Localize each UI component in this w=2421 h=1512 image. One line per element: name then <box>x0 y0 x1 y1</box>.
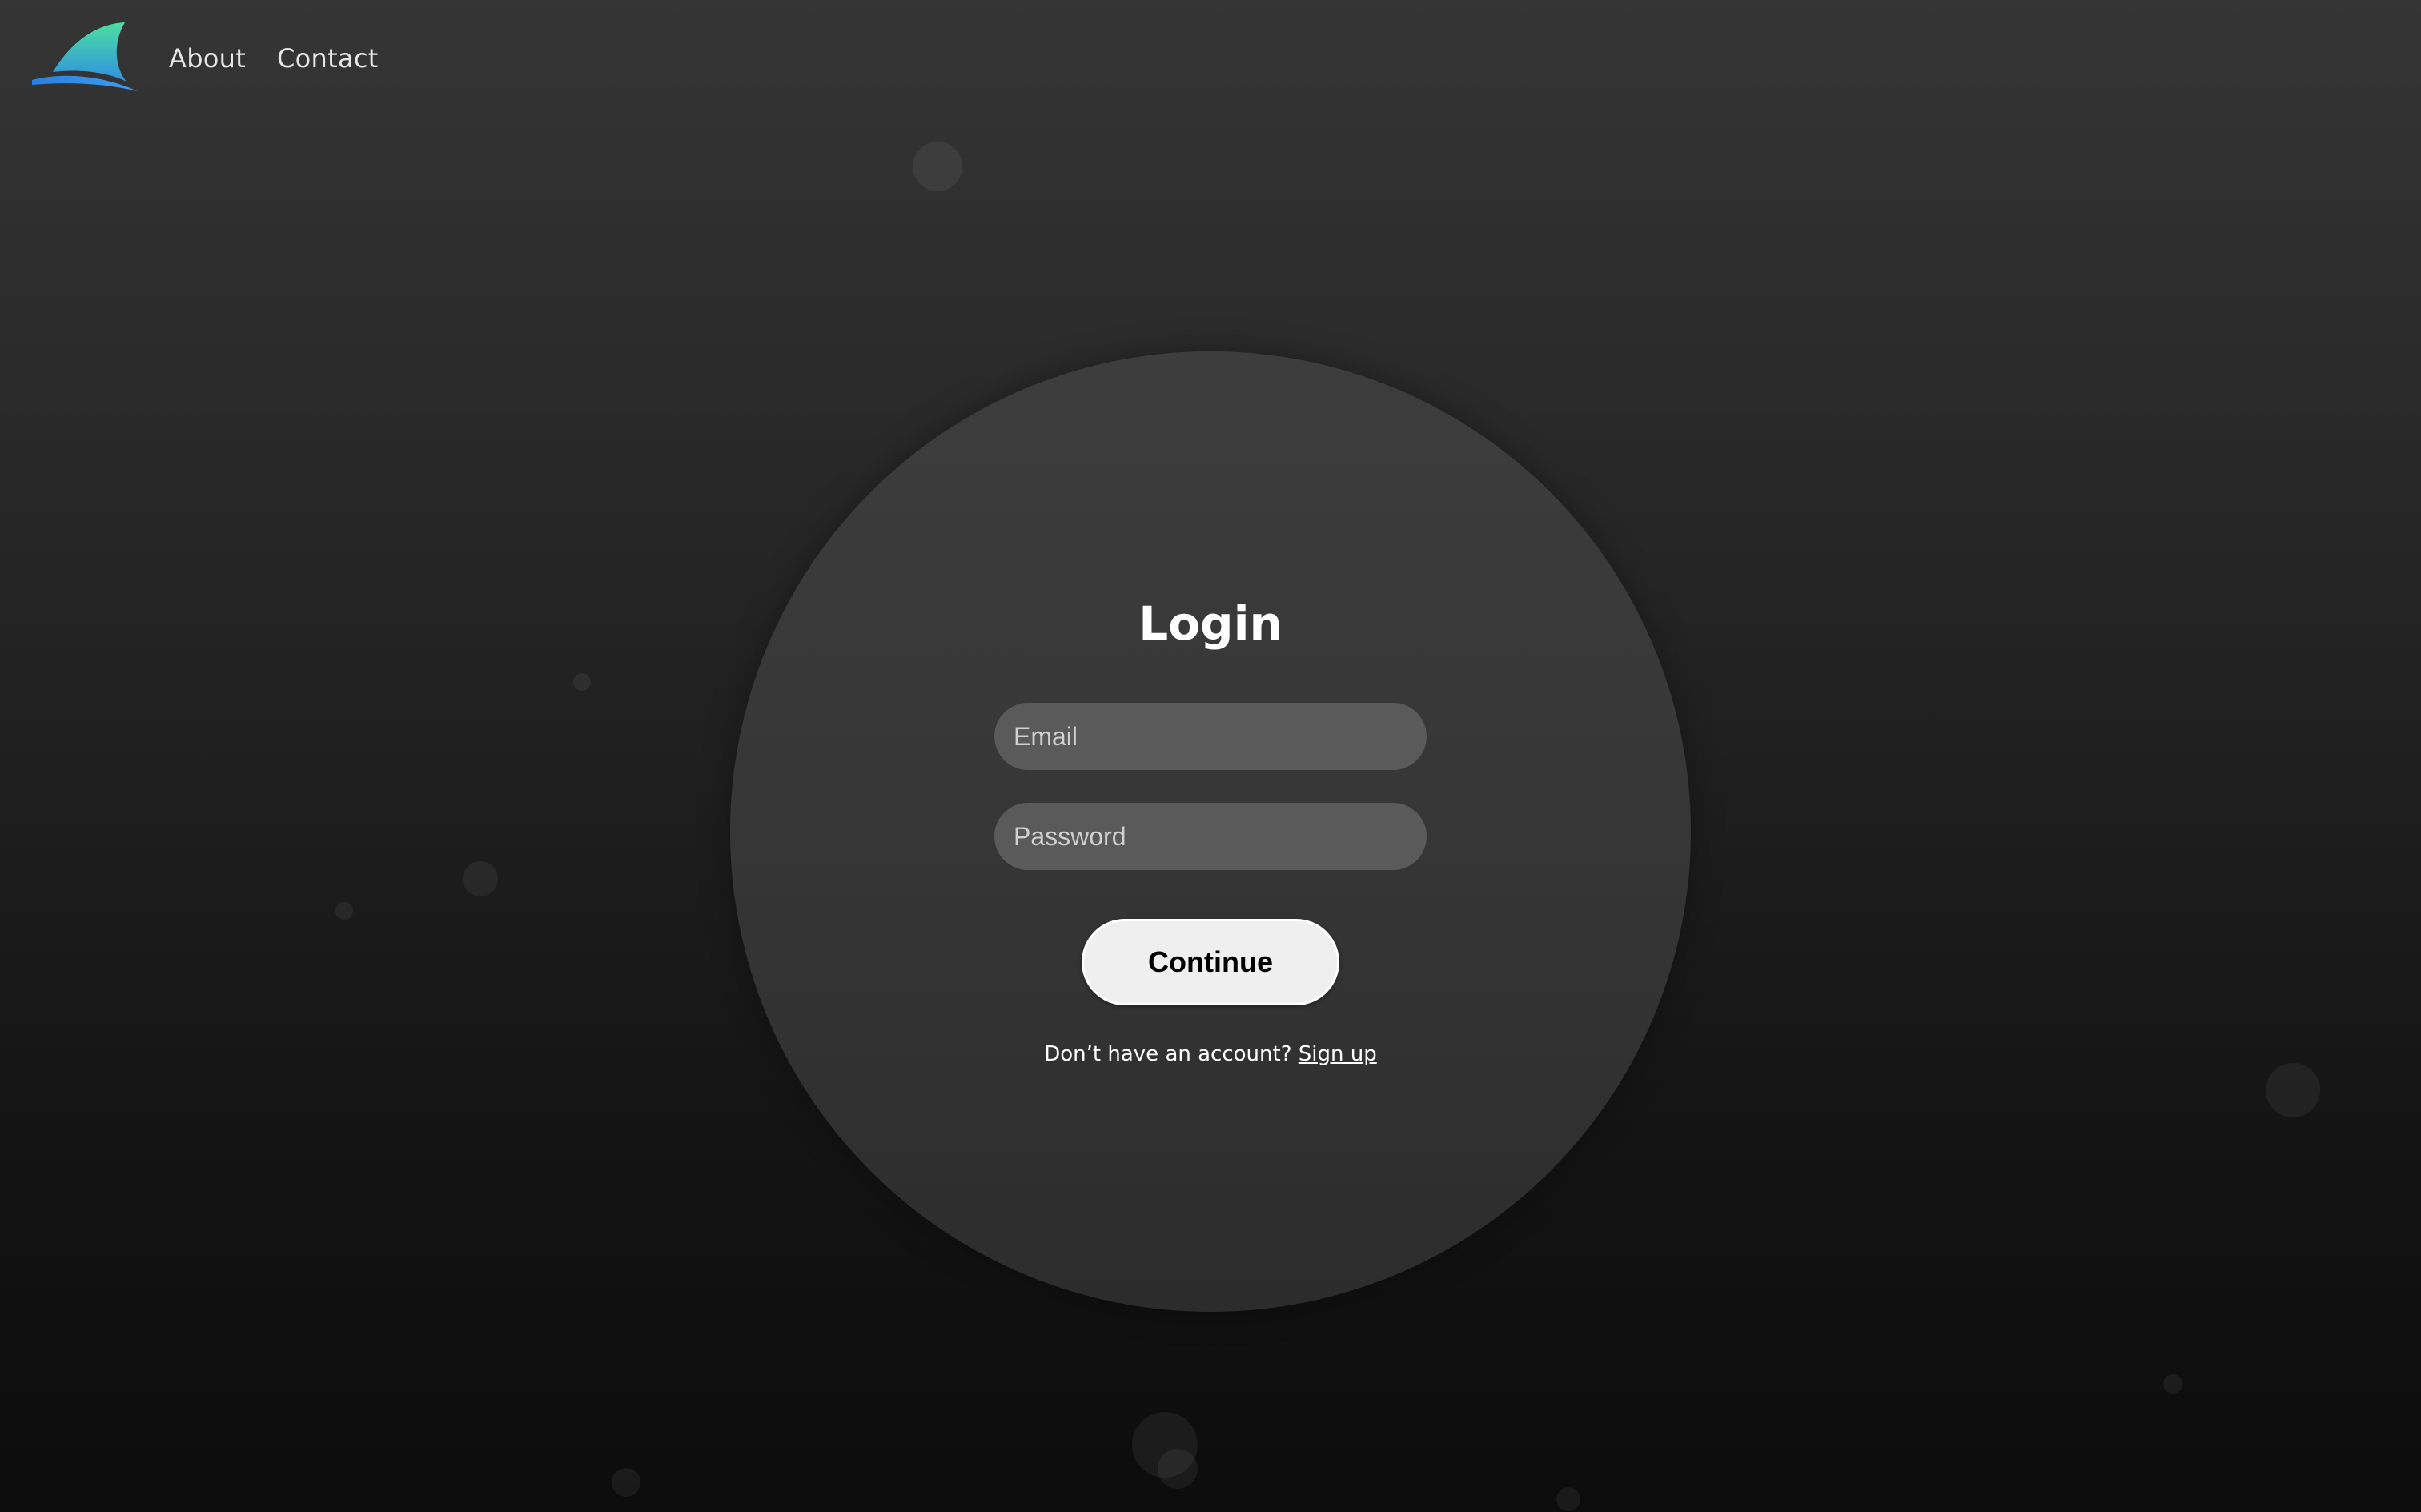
background-bubble <box>463 861 498 896</box>
background-bubble <box>913 142 962 191</box>
background-bubble <box>2266 1063 2320 1117</box>
shark-fin-logo-icon[interactable] <box>30 19 139 93</box>
background-bubble <box>612 1468 640 1497</box>
background-bubble <box>1556 1487 1580 1511</box>
background-bubble <box>573 673 591 691</box>
signup-prompt-text: Don’t have an account? <box>1044 1042 1292 1066</box>
email-field[interactable] <box>994 703 1427 770</box>
login-title: Login <box>1138 596 1283 651</box>
background-bubble <box>1158 1449 1198 1489</box>
background-bubble <box>335 902 353 920</box>
background-bubble <box>2163 1374 2182 1394</box>
nav-link-contact[interactable]: Contact <box>277 43 379 74</box>
signup-link[interactable]: Sign up <box>1299 1042 1377 1066</box>
continue-button[interactable]: Continue <box>1082 919 1339 1005</box>
signup-prompt-line: Don’t have an account? Sign up <box>0 1042 2421 1066</box>
nav-link-about[interactable]: About <box>169 43 246 74</box>
password-field[interactable] <box>994 803 1427 870</box>
